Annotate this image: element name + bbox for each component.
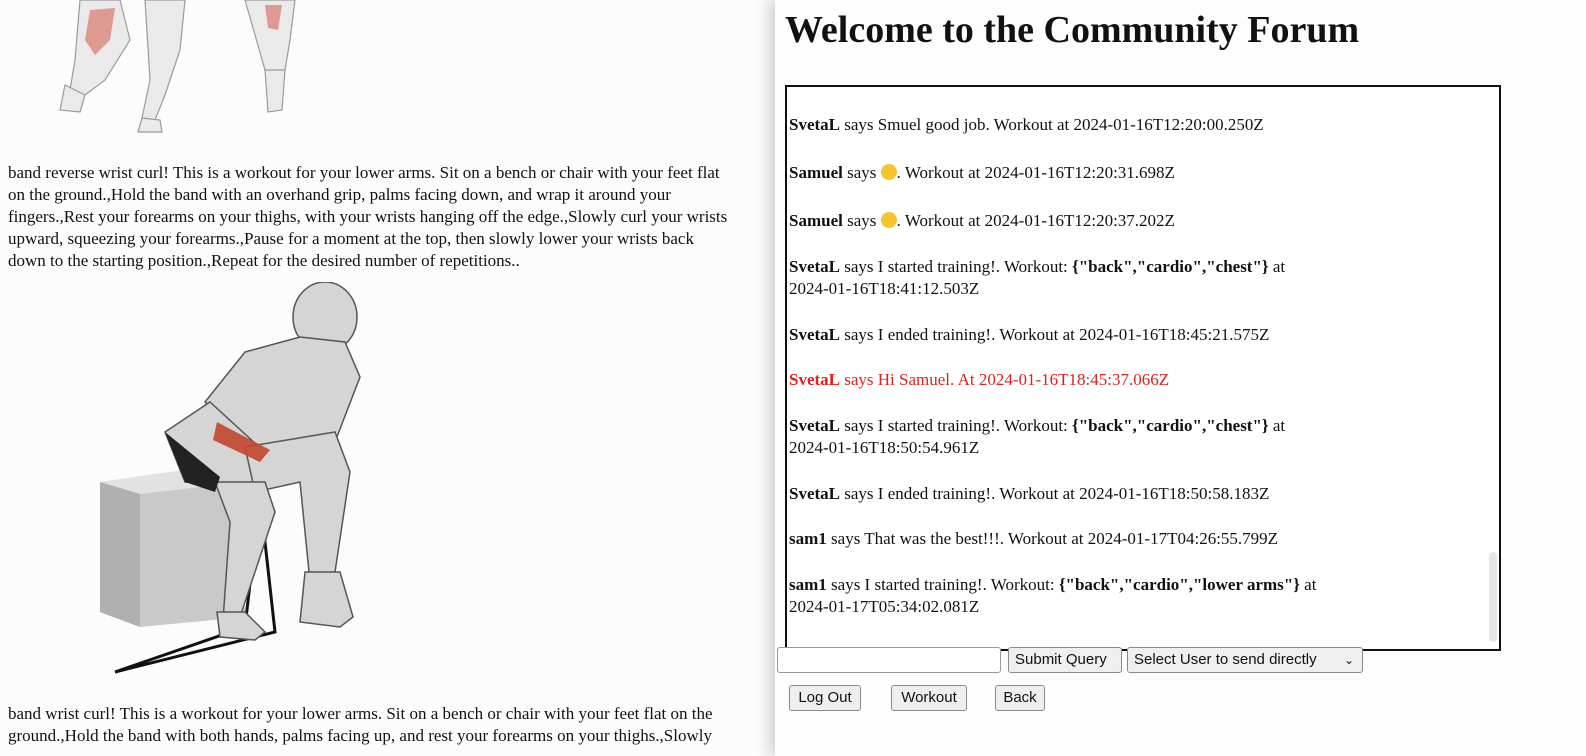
message-timestamp: 2024-01-17T05:34:02.081Z xyxy=(789,597,980,616)
message-item: SvetaL says I started training!. Workout… xyxy=(789,415,1479,459)
workout-categories: {"back","cardio","chest"} xyxy=(1072,257,1269,276)
description-line: band reverse wrist curl! This is a worko… xyxy=(8,163,720,182)
message-timestamp: 2024-01-16T18:41:12.503Z xyxy=(789,279,980,298)
smiling-face-emoji-icon xyxy=(880,164,897,180)
message-text: at xyxy=(1299,575,1317,594)
message-item-highlighted: SvetaL says Hi Samuel. At 2024-01-16T18:… xyxy=(789,369,1479,391)
message-user: SvetaL xyxy=(789,257,840,276)
select-user-dropdown[interactable]: Select User to send directly ⌄ xyxy=(1127,647,1363,673)
description-line: band wrist curl! This is a workout for y… xyxy=(8,704,713,723)
message-text: says xyxy=(842,163,881,182)
description-line: on the ground.,Hold the band with an ove… xyxy=(8,185,671,204)
message-text: says I started training!. Workout: xyxy=(840,257,1073,276)
workout-button[interactable]: Workout xyxy=(891,685,967,711)
exercise2-description: band wrist curl! This is a workout for y… xyxy=(8,703,775,747)
message-text: says I started training!. Workout: xyxy=(840,416,1073,435)
message-item: sam1 says That was the best!!!. Workout … xyxy=(789,528,1479,550)
message-list-scrollbar[interactable] xyxy=(1489,552,1497,642)
message-user: SvetaL xyxy=(789,416,840,435)
message-user: SvetaL xyxy=(789,484,840,503)
message-text: says Smuel good job. Workout at 2024-01-… xyxy=(840,115,1264,134)
back-button[interactable]: Back xyxy=(995,685,1045,711)
exercise-illustration-wrist-curl xyxy=(100,282,361,674)
message-text: says I ended training!. Workout at 2024-… xyxy=(840,325,1270,344)
message-text: says Hi Samuel. At 2024-01-16T18:45:37.0… xyxy=(840,370,1170,389)
message-item: Samuel says . Workout at 2024-01-16T12:2… xyxy=(789,162,1479,184)
description-line: down to the starting position.,Repeat fo… xyxy=(8,251,520,270)
message-item: SvetaL says Smuel good job. Workout at 2… xyxy=(789,114,1479,136)
description-line: upward, squeezing your forearms.,Pause f… xyxy=(8,229,694,248)
message-user: SvetaL xyxy=(789,115,840,134)
log-out-button[interactable]: Log Out xyxy=(789,685,861,711)
message-text: at xyxy=(1268,257,1286,276)
forum-title: Welcome to the Community Forum xyxy=(785,9,1360,51)
message-user: SvetaL xyxy=(789,325,840,344)
smiling-face-emoji-icon xyxy=(880,212,897,228)
message-item: Samuel says . Workout at 2024-01-16T12:2… xyxy=(789,210,1479,232)
message-item: sam1 says I started training!. Workout: … xyxy=(789,574,1479,618)
forum-panel: Welcome to the Community Forum SvetaL sa… xyxy=(775,0,1586,756)
description-line: ground.,Hold the band with both hands, p… xyxy=(8,726,712,745)
workout-categories: {"back","cardio","chest"} xyxy=(1072,416,1269,435)
message-user: sam1 xyxy=(789,529,827,548)
message-text: . Workout at 2024-01-16T12:20:37.202Z xyxy=(896,211,1175,230)
exercise1-description: band reverse wrist curl! This is a worko… xyxy=(8,162,775,272)
description-line: fingers.,Rest your forearms on your thig… xyxy=(8,207,728,226)
message-item: SvetaL says I ended training!. Workout a… xyxy=(789,324,1479,346)
message-text: at xyxy=(1268,416,1286,435)
workout-page: band reverse wrist curl! This is a worko… xyxy=(0,0,775,756)
select-user-label: Select User to send directly xyxy=(1134,651,1317,668)
message-text: says xyxy=(842,211,881,230)
message-item: SvetaL says I ended training!. Workout a… xyxy=(789,483,1479,505)
submit-query-button[interactable]: Submit Query xyxy=(1008,647,1122,673)
message-user: Samuel xyxy=(789,163,843,182)
message-text: . Workout at 2024-01-16T12:20:31.698Z xyxy=(896,163,1175,182)
workout-categories: {"back","cardio","lower arms"} xyxy=(1058,575,1300,594)
message-user: Samuel xyxy=(789,211,843,230)
message-timestamp: 2024-01-16T18:50:54.961Z xyxy=(789,438,980,457)
message-item: SvetaL says I started training!. Workout… xyxy=(789,256,1479,300)
message-text: says I ended training!. Workout at 2024-… xyxy=(840,484,1270,503)
message-user: sam1 xyxy=(789,575,827,594)
chevron-down-icon: ⌄ xyxy=(1343,653,1354,667)
message-text: says I started training!. Workout: xyxy=(826,575,1059,594)
message-list[interactable]: SvetaL says Smuel good job. Workout at 2… xyxy=(785,85,1501,651)
message-user: SvetaL xyxy=(789,370,840,389)
message-text: says That was the best!!!. Workout at 20… xyxy=(826,529,1279,548)
message-input[interactable] xyxy=(777,647,1001,673)
exercise-illustration-top xyxy=(59,0,296,133)
